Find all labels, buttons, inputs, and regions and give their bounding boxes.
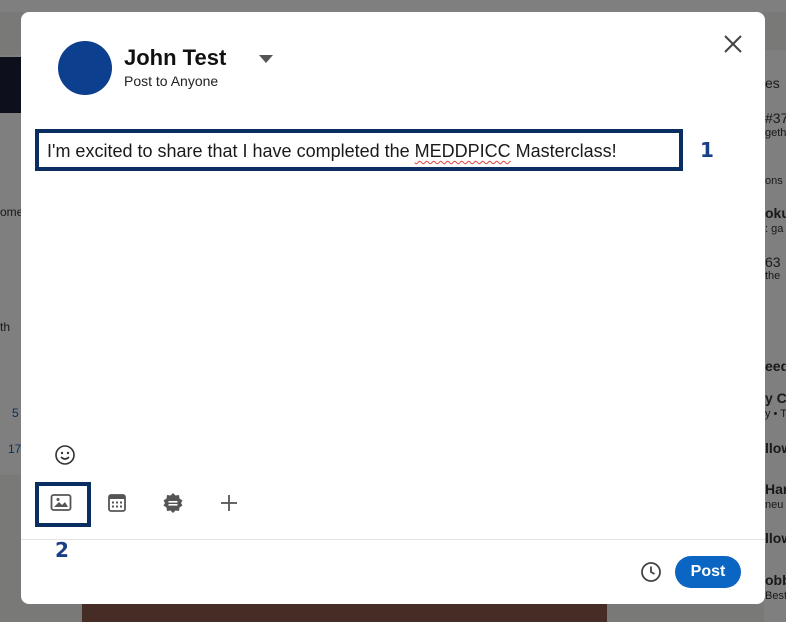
author-name[interactable]: John Test (124, 45, 226, 71)
plus-icon[interactable] (215, 489, 243, 517)
post-composer-modal: John Test Post to Anyone I'm excited to … (21, 12, 765, 604)
chevron-down-icon[interactable] (259, 55, 273, 63)
calendar-icon[interactable] (103, 489, 131, 517)
badge-icon[interactable] (159, 489, 187, 517)
post-text-start: I'm excited to share that I have complet… (47, 141, 415, 161)
annotation-callout-1: 1 (700, 138, 714, 162)
clock-icon[interactable] (640, 561, 662, 583)
post-button[interactable]: Post (675, 556, 741, 588)
visibility-label[interactable]: Post to Anyone (124, 73, 218, 89)
annotation-callout-2: 2 (55, 538, 69, 562)
avatar (58, 41, 112, 95)
misspelled-word: MEDDPICC (414, 141, 511, 161)
post-text-end: Masterclass! (510, 141, 617, 161)
smiley-icon[interactable] (53, 443, 77, 467)
post-text: I'm excited to share that I have complet… (47, 141, 617, 162)
footer-divider (21, 539, 765, 540)
image-icon[interactable] (47, 489, 75, 517)
close-icon[interactable] (719, 30, 747, 58)
post-text-editor[interactable]: I'm excited to share that I have complet… (35, 129, 683, 171)
